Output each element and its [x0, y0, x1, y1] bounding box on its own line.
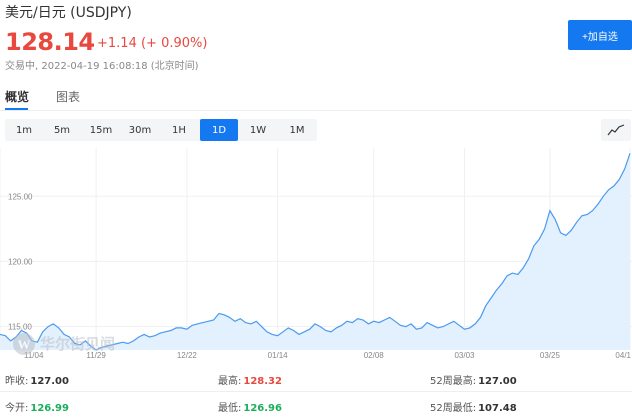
range-1d-button[interactable]: 1D: [200, 119, 238, 141]
stat-value: 127.00: [30, 376, 69, 387]
stat-label: 昨收:: [5, 376, 29, 387]
stat-52w-low: 52周最低: 107.48: [430, 399, 517, 414]
stat-low: 最低: 126.96: [218, 399, 282, 414]
tab-chart[interactable]: 图表: [56, 88, 80, 105]
price-change: +1.14 (+ 0.90%): [97, 36, 208, 51]
stat-open: 今开: 126.99: [5, 399, 69, 414]
x-tick-label: 03/03: [454, 351, 475, 360]
stat-value: 127.00: [478, 376, 517, 387]
watermark-logo: W 华尔街见闻: [13, 333, 115, 355]
add-to-watchlist-button[interactable]: +加自选: [568, 20, 632, 50]
stat-value: 126.96: [243, 403, 282, 414]
y-tick-label: 115.00: [8, 323, 32, 332]
stat-label: 最高:: [218, 376, 242, 387]
line-chart-icon: [607, 124, 625, 136]
x-tick-label: 01/14: [268, 351, 289, 360]
x-tick-label: 12/22: [177, 351, 198, 360]
x-tick-label: 03/25: [540, 351, 561, 360]
instrument-title: 美元/日元 (USDJPY): [5, 5, 132, 21]
stat-prev-close: 昨收: 127.00: [5, 372, 69, 387]
y-tick-label: 125.00: [8, 192, 33, 201]
range-15m-button[interactable]: 15m: [82, 119, 120, 141]
chart-type-button[interactable]: [601, 119, 631, 141]
stat-value: 107.48: [478, 403, 517, 414]
range-1m-button[interactable]: 1m: [5, 119, 43, 141]
stat-label: 今开:: [5, 403, 29, 414]
x-tick-label: 02/08: [364, 351, 385, 360]
stat-label: 最低:: [218, 403, 242, 414]
stat-label: 52周最高:: [430, 376, 477, 387]
tab-overview[interactable]: 概览: [5, 88, 29, 105]
watermark-text: 华尔街见闻: [40, 335, 115, 353]
y-tick-label: 120.00: [8, 257, 33, 266]
stat-value: 128.32: [243, 376, 282, 387]
stat-divider: [0, 391, 632, 392]
range-30m-button[interactable]: 30m: [121, 119, 159, 141]
stat-52w-high: 52周最高: 127.00: [430, 372, 517, 387]
price-area: [0, 153, 630, 350]
range-1w-button[interactable]: 1W: [239, 119, 277, 141]
last-price: 128.14: [5, 28, 95, 56]
stat-high: 最高: 128.32: [218, 372, 282, 387]
range-1m-month-button[interactable]: 1M: [278, 119, 316, 141]
x-tick-label: 04/1: [615, 351, 631, 360]
tab-divider: [0, 110, 632, 111]
stat-value: 126.99: [30, 403, 69, 414]
trading-status: 交易中, 2022-04-19 16:08:18 (北京时间): [5, 61, 199, 72]
price-chart[interactable]: 125.00120.00115.00 11/04 11/29 12/22 01/14 0…: [0, 148, 632, 362]
range-1h-button[interactable]: 1H: [160, 119, 198, 141]
stat-label: 52周最低:: [430, 403, 477, 414]
svg-text:W: W: [18, 337, 31, 352]
range-5m-button[interactable]: 5m: [43, 119, 81, 141]
